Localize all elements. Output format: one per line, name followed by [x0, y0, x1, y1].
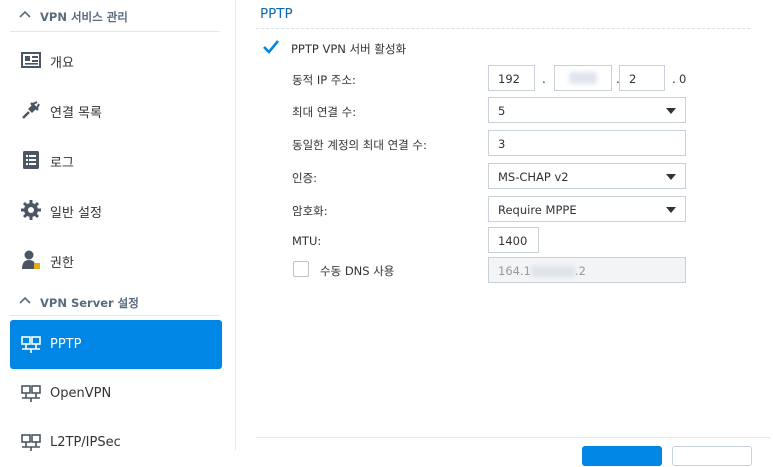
chevron-up-icon [19, 296, 31, 304]
dropdown-arrow-icon [666, 108, 676, 114]
ip-octet-1-input[interactable]: 192 [488, 65, 535, 91]
gear-icon [21, 200, 41, 220]
mtu-input[interactable]: 1400 [488, 227, 539, 253]
sidebar-item-label: PPTP [50, 337, 82, 352]
redacted-value [569, 72, 597, 84]
max-connections-select[interactable]: 5 [488, 97, 686, 123]
sidebar-item-openvpn[interactable]: OpenVPN [10, 369, 222, 418]
manual-dns-checkbox[interactable] [293, 261, 309, 277]
network-icon [21, 434, 41, 451]
sidebar-item-permissions[interactable]: 권한 [10, 235, 222, 284]
sidebar-item-log[interactable]: 로그 [10, 135, 222, 184]
chevron-up-icon [19, 10, 31, 18]
divider [256, 28, 750, 29]
max-same-account-input[interactable]: 3 [488, 130, 686, 156]
divider [256, 437, 770, 438]
select-value: Require MPPE [498, 203, 577, 217]
ip-octet-3-input[interactable]: 2 [619, 65, 665, 91]
auth-select[interactable]: MS-CHAP v2 [488, 163, 686, 189]
select-value: 5 [498, 104, 506, 118]
max-connections-label: 최대 연결 수: [292, 105, 357, 119]
auth-label: 인증: [292, 171, 318, 185]
network-icon [21, 336, 41, 353]
sidebar: VPN 서비스 관리 개요 연결 목록 로그 일반 설정 권한 VPN Serv… [0, 0, 236, 451]
apply-button[interactable] [582, 446, 662, 466]
divider [10, 315, 220, 316]
sidebar-item-label: 연결 목록 [50, 106, 102, 121]
divider [10, 31, 220, 32]
sidebar-item-label: 권한 [50, 256, 74, 271]
reset-button[interactable] [672, 446, 752, 466]
enable-checkbox[interactable] [262, 38, 280, 56]
section-header-vpn-service[interactable]: VPN 서비스 관리 [0, 0, 235, 32]
sidebar-item-label: OpenVPN [50, 386, 112, 401]
sidebar-item-connection-list[interactable]: 연결 목록 [10, 85, 222, 134]
user-key-icon [22, 250, 40, 269]
sidebar-item-overview[interactable]: 개요 [10, 35, 222, 84]
overview-icon [21, 52, 41, 68]
sidebar-item-l2tp-ipsec[interactable]: L2TP/IPSec [10, 418, 222, 467]
dns-value-suffix: .2 [574, 264, 586, 278]
dynamic-ip-label: 동적 IP 주소: [292, 73, 356, 87]
manual-dns-input[interactable]: 164.1 .2 [488, 257, 686, 283]
section-header-vpn-server[interactable]: VPN Server 설정 [0, 286, 235, 318]
dropdown-arrow-icon [666, 207, 676, 213]
mtu-label: MTU: [292, 234, 322, 248]
network-icon [21, 385, 41, 402]
main-panel: PPTP PPTP VPN 서버 활성화 동적 IP 주소: 192 . . 2… [236, 0, 773, 466]
encryption-select[interactable]: Require MPPE [488, 196, 686, 222]
ip-dot: . [542, 72, 546, 86]
ip-octet-2-input[interactable] [554, 65, 612, 91]
encryption-label: 암호화: [292, 204, 328, 218]
enable-label: PPTP VPN 서버 활성화 [291, 42, 407, 56]
dns-value-prefix: 164.1 [498, 264, 531, 278]
sidebar-item-general-settings[interactable]: 일반 설정 [10, 185, 222, 234]
select-value: MS-CHAP v2 [498, 170, 569, 184]
ip-octet-4-value: 0 [679, 72, 687, 86]
sidebar-item-pptp[interactable]: PPTP [10, 320, 222, 369]
section-title: VPN 서비스 관리 [40, 10, 128, 24]
sidebar-item-label: 개요 [50, 56, 74, 71]
section-title: VPN Server 설정 [40, 296, 139, 310]
dropdown-arrow-icon [666, 174, 676, 180]
plug-icon [22, 101, 40, 119]
redacted-value [530, 266, 575, 277]
manual-dns-label: 수동 DNS 사용 [320, 264, 395, 278]
page-title: PPTP [260, 6, 293, 22]
sidebar-item-label: 일반 설정 [50, 206, 102, 221]
log-icon [23, 151, 39, 169]
ip-dot: . [672, 72, 676, 86]
sidebar-item-label: 로그 [50, 156, 74, 171]
max-same-account-label: 동일한 계정의 최대 연결 수: [292, 138, 427, 152]
sidebar-item-label: L2TP/IPSec [50, 435, 121, 450]
